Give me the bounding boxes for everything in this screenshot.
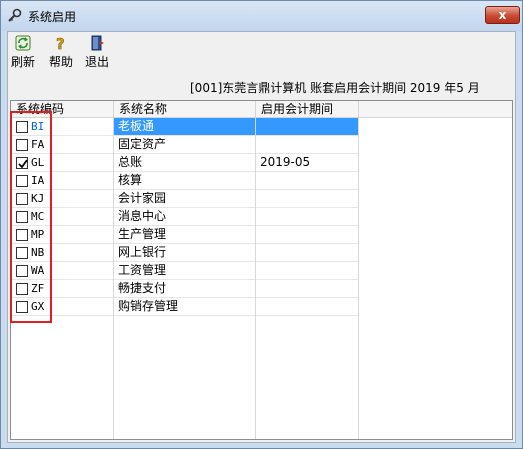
system-code: MC	[31, 210, 45, 223]
system-code-cell: MC	[11, 208, 113, 226]
system-code: FA	[31, 138, 45, 151]
system-name-cell: 固定资产	[114, 136, 255, 154]
table-row[interactable]: MC 消息中心	[11, 208, 358, 226]
enable-period-cell	[256, 172, 358, 190]
system-enable-window: 系统启用 x 刷新 ? 帮助 退出 [001]东莞言鼎计算机 账套启用会计期间 …	[0, 0, 523, 449]
column-header-code[interactable]: 系统编码	[11, 101, 114, 118]
system-code-cell: ZF	[11, 280, 113, 298]
enable-period-cell	[256, 208, 358, 226]
system-code: IA	[31, 174, 45, 187]
enable-checkbox[interactable]	[16, 157, 28, 169]
enable-checkbox[interactable]	[16, 211, 28, 223]
enable-checkbox[interactable]	[16, 229, 28, 241]
enable-checkbox[interactable]	[16, 247, 28, 259]
system-code: GX	[31, 300, 45, 313]
client-area: 刷新 ? 帮助 退出 [001]东莞言鼎计算机 账套启用会计期间 2019 年5…	[7, 31, 516, 443]
help-icon: ?	[53, 35, 69, 54]
system-code: WA	[31, 264, 45, 277]
column-header-name[interactable]: 系统名称	[114, 101, 256, 118]
table-row[interactable]: IA 核算	[11, 172, 358, 190]
table-row[interactable]: MP 生产管理	[11, 226, 358, 244]
help-button[interactable]: ? 帮助	[46, 34, 76, 70]
table-row[interactable]: GL 总账 2019-05	[11, 154, 358, 172]
system-name-cell: 会计家园	[114, 190, 255, 208]
column-header-period[interactable]: 启用会计期间	[256, 101, 359, 118]
enable-period-cell	[256, 298, 358, 316]
system-code-cell: GL	[11, 154, 113, 172]
enable-period-cell	[256, 226, 358, 244]
table-row[interactable]: GX 购销存管理	[11, 298, 358, 316]
system-code-cell: NB	[11, 244, 113, 262]
help-label: 帮助	[48, 55, 73, 69]
system-name-cell: 总账	[114, 154, 255, 172]
refresh-label: 刷新	[10, 55, 35, 69]
system-code: MP	[31, 228, 45, 241]
enable-checkbox[interactable]	[16, 139, 28, 151]
system-code-cell: FA	[11, 136, 113, 154]
system-code-cell: IA	[11, 172, 113, 190]
grid-divider	[358, 118, 359, 439]
search-key-icon	[7, 8, 23, 24]
column-header-filler	[359, 101, 512, 118]
enable-period-cell	[256, 280, 358, 298]
table-row[interactable]: FA 固定资产	[11, 136, 358, 154]
window-title: 系统启用	[28, 10, 77, 24]
system-code: BI	[31, 120, 45, 133]
system-code: GL	[31, 156, 45, 169]
account-period-info: [001]东莞言鼎计算机 账套启用会计期间 2019 年5 月	[190, 81, 480, 95]
system-name-cell: 老板通	[114, 118, 255, 136]
enable-period-cell	[256, 118, 358, 136]
system-list[interactable]: 系统编码 系统名称 启用会计期间 BI 老板通 FA 固定资产 GL 总账 2019-05 I…	[10, 100, 513, 440]
system-name-cell: 工资管理	[114, 262, 255, 280]
refresh-icon	[15, 35, 31, 51]
system-code-cell: MP	[11, 226, 113, 244]
system-code: NB	[31, 246, 45, 259]
checkmark-icon	[18, 159, 28, 169]
system-code-cell: KJ	[11, 190, 113, 208]
system-name-cell: 核算	[114, 172, 255, 190]
svg-text:?: ?	[56, 35, 65, 51]
close-icon: x	[498, 8, 507, 22]
table-row[interactable]: BI 老板通	[11, 118, 358, 136]
title-bar[interactable]: 系统启用 x	[1, 1, 522, 31]
exit-door-icon	[89, 35, 105, 51]
toolbar: 刷新 ? 帮助 退出	[8, 32, 515, 72]
enable-checkbox[interactable]	[16, 121, 28, 133]
system-name-cell: 购销存管理	[114, 298, 255, 316]
enable-checkbox[interactable]	[16, 175, 28, 187]
enable-period-cell	[256, 244, 358, 262]
exit-button[interactable]: 退出	[82, 34, 112, 70]
system-name-cell: 网上银行	[114, 244, 255, 262]
enable-period-cell	[256, 262, 358, 280]
enable-checkbox[interactable]	[16, 283, 28, 295]
system-name-cell: 生产管理	[114, 226, 255, 244]
close-button[interactable]: x	[485, 6, 520, 24]
system-code-cell: BI	[11, 118, 113, 136]
system-code-cell: GX	[11, 298, 113, 316]
table-row[interactable]: WA 工资管理	[11, 262, 358, 280]
enable-period-cell	[256, 190, 358, 208]
system-code: ZF	[31, 282, 45, 295]
enable-checkbox[interactable]	[16, 301, 28, 313]
exit-label: 退出	[84, 55, 109, 69]
enable-period-cell: 2019-05	[256, 154, 358, 172]
system-name-cell: 消息中心	[114, 208, 255, 226]
enable-period-cell	[256, 136, 358, 154]
table-row[interactable]: ZF 畅捷支付	[11, 280, 358, 298]
table-row[interactable]: NB 网上银行	[11, 244, 358, 262]
list-header: 系统编码 系统名称 启用会计期间	[11, 101, 512, 118]
system-code: KJ	[31, 192, 45, 205]
system-name-cell: 畅捷支付	[114, 280, 255, 298]
table-row[interactable]: KJ 会计家园	[11, 190, 358, 208]
refresh-button[interactable]: 刷新	[8, 34, 38, 70]
system-code-cell: WA	[11, 262, 113, 280]
enable-checkbox[interactable]	[16, 265, 28, 277]
enable-checkbox[interactable]	[16, 193, 28, 205]
